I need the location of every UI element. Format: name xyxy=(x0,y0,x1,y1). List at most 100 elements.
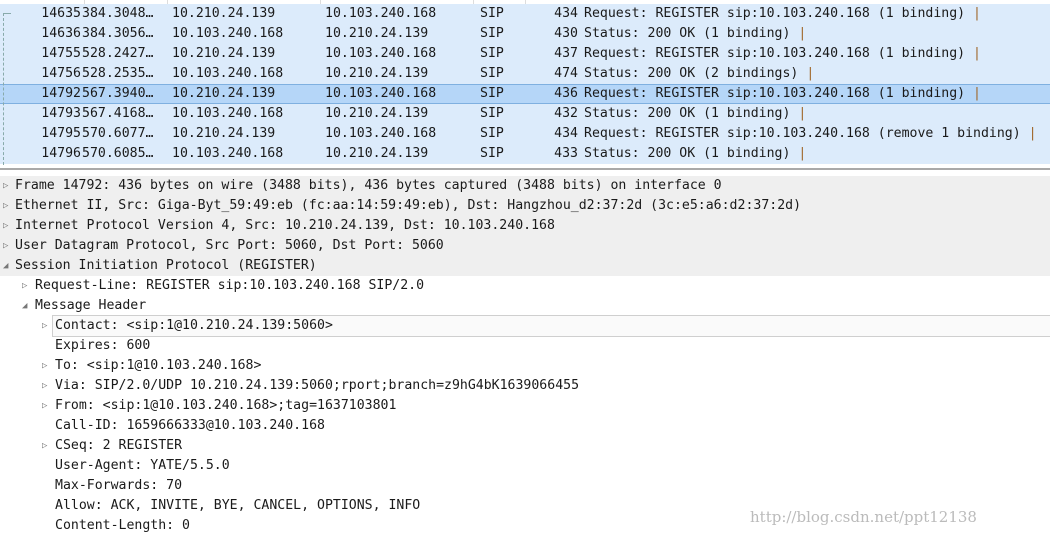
packet-time: 384.3056… xyxy=(82,26,154,41)
packet-len: 436 xyxy=(554,86,578,101)
packet-len: 430 xyxy=(554,26,578,41)
packet-src: 10.210.24.139 xyxy=(172,46,276,61)
tree-item-label: Session Initiation Protocol (REGISTER) xyxy=(15,258,317,273)
packet-row[interactable]: 14755 528.2427… 10.210.24.139 10.103.240.16… xyxy=(0,44,1050,64)
info-separator: | xyxy=(806,66,815,81)
packet-time: 570.6077… xyxy=(82,126,154,141)
packet-proto: SIP xyxy=(480,46,504,61)
packet-src: 10.103.240.168 xyxy=(172,26,284,41)
collapsed-arrow-icon[interactable]: ▷ xyxy=(22,276,27,296)
collapsed-arrow-icon[interactable]: ▷ xyxy=(42,356,47,376)
packet-info: Status: 200 OK (1 binding) | xyxy=(584,26,807,41)
packet-proto: SIP xyxy=(480,146,504,161)
packet-no: 14755 xyxy=(41,46,81,61)
tree-item[interactable]: ◢ Message Header xyxy=(0,296,1050,316)
tree-item[interactable]: ▷ Via: SIP/2.0/UDP 10.210.24.139:5060;rpo… xyxy=(0,376,1050,396)
collapsed-arrow-icon[interactable]: ▷ xyxy=(3,196,8,216)
packet-time: 528.2535… xyxy=(82,66,154,81)
packet-dst: 10.210.24.139 xyxy=(325,26,429,41)
tree-item-label: User Datagram Protocol, Src Port: 5060, … xyxy=(15,238,444,253)
info-separator: | xyxy=(798,106,807,121)
info-separator: | xyxy=(798,146,807,161)
packet-src: 10.103.240.168 xyxy=(172,106,284,121)
collapsed-arrow-icon[interactable]: ▷ xyxy=(42,316,47,336)
packet-no: 14795 xyxy=(41,126,81,141)
packet-len: 434 xyxy=(554,126,578,141)
tree-item-label: To: <sip:1@10.103.240.168> xyxy=(55,358,262,373)
packet-time: 384.3048… xyxy=(82,6,154,21)
tree-item[interactable]: Call-ID: 1659666333@10.103.240.168 xyxy=(0,416,1050,436)
packet-time: 567.3940… xyxy=(82,86,154,101)
packet-info: Request: REGISTER sip:10.103.240.168 (1 … xyxy=(584,46,981,61)
packet-no: 14796 xyxy=(41,146,81,161)
packet-src: 10.210.24.139 xyxy=(172,126,276,141)
tree-item-label: Frame 14792: 436 bytes on wire (3488 bit… xyxy=(15,178,722,193)
tree-item-label: Message Header xyxy=(35,298,147,313)
tree-item[interactable]: ▷ Frame 14792: 436 bytes on wire (3488 bi… xyxy=(0,176,1050,196)
packet-dst: 10.103.240.168 xyxy=(325,86,437,101)
packet-no: 14756 xyxy=(41,66,81,81)
collapsed-arrow-icon[interactable]: ▷ xyxy=(3,236,8,256)
tree-item[interactable]: ◢ Session Initiation Protocol (REGISTER) xyxy=(0,256,1050,276)
collapsed-arrow-icon[interactable]: ▷ xyxy=(3,216,8,236)
packet-dst: 10.210.24.139 xyxy=(325,146,429,161)
packet-src: 10.103.240.168 xyxy=(172,66,284,81)
packet-info: Status: 200 OK (1 binding) | xyxy=(584,146,807,161)
tree-item[interactable]: ▷ CSeq: 2 REGISTER xyxy=(0,436,1050,456)
info-separator: | xyxy=(973,46,981,61)
packet-row[interactable]: 14795 570.6077… 10.210.24.139 10.103.240.16… xyxy=(0,124,1050,144)
packet-info: Request: REGISTER sip:10.103.240.168 (1 … xyxy=(584,6,981,21)
collapsed-arrow-icon[interactable]: ▷ xyxy=(42,376,47,396)
packet-time: 570.6085… xyxy=(82,146,154,161)
tree-item[interactable]: ▷ Request-Line: REGISTER sip:10.103.240.1… xyxy=(0,276,1050,296)
expanded-arrow-icon[interactable]: ◢ xyxy=(3,256,8,276)
collapsed-arrow-icon[interactable]: ▷ xyxy=(42,396,47,416)
packet-src: 10.210.24.139 xyxy=(172,86,276,101)
tree-item[interactable]: ▷ Internet Protocol Version 4, Src: 10.21… xyxy=(0,216,1050,236)
watermark: http://blog.csdn.net/ppt12138 xyxy=(750,508,977,526)
tree-item[interactable]: Expires: 600 xyxy=(0,336,1050,356)
packet-row[interactable]: 14635 384.3048… 10.210.24.139 10.103.240.16… xyxy=(0,4,1050,24)
tree-item-label: From: <sip:1@10.103.240.168>;tag=1637103… xyxy=(55,398,397,413)
packet-list[interactable]: 14635 384.3048… 10.210.24.139 10.103.240.16… xyxy=(0,0,1050,170)
packet-proto: SIP xyxy=(480,26,504,41)
packet-src: 10.210.24.139 xyxy=(172,6,276,21)
packet-no: 14792 xyxy=(41,86,81,101)
packet-dst: 10.210.24.139 xyxy=(325,66,429,81)
info-separator: | xyxy=(973,6,981,21)
tree-item-label: Internet Protocol Version 4, Src: 10.210… xyxy=(15,218,555,233)
packet-row[interactable]: 14796 570.6085… 10.103.240.168 10.210.24.13… xyxy=(0,144,1050,164)
packet-dst: 10.210.24.139 xyxy=(325,106,429,121)
tree-item-label: Content-Length: 0 xyxy=(55,518,190,533)
packet-proto: SIP xyxy=(480,86,504,101)
packet-row[interactable]: 14756 528.2535… 10.103.240.168 10.210.24.13… xyxy=(0,64,1050,84)
tree-item[interactable]: ▷ User Datagram Protocol, Src Port: 5060,… xyxy=(0,236,1050,256)
tree-item[interactable]: User-Agent: YATE/5.5.0 xyxy=(0,456,1050,476)
packet-proto: SIP xyxy=(480,126,504,141)
packet-details-tree[interactable]: ▷ Frame 14792: 436 bytes on wire (3488 bi… xyxy=(0,176,1050,536)
packet-time: 528.2427… xyxy=(82,46,154,61)
packet-row[interactable]: 14793 567.4168… 10.103.240.168 10.210.24.13… xyxy=(0,104,1050,124)
packet-row[interactable]: 14792 567.3940… 10.210.24.139 10.103.240.16… xyxy=(0,84,1050,104)
tree-item-label: Max-Forwards: 70 xyxy=(55,478,183,493)
collapsed-arrow-icon[interactable]: ▷ xyxy=(42,436,47,456)
tree-item-label: Request-Line: REGISTER sip:10.103.240.16… xyxy=(35,278,425,293)
packet-dst: 10.103.240.168 xyxy=(325,46,437,61)
collapsed-arrow-icon[interactable]: ▷ xyxy=(3,176,8,196)
tree-item[interactable]: ▷ Ethernet II, Src: Giga-Byt_59:49:eb (fc… xyxy=(0,196,1050,216)
tree-item[interactable]: ▷ From: <sip:1@10.103.240.168>;tag=163710… xyxy=(0,396,1050,416)
packet-info: Status: 200 OK (2 bindings) | xyxy=(584,66,815,81)
packet-proto: SIP xyxy=(480,6,504,21)
packet-info: Status: 200 OK (1 binding) | xyxy=(584,106,807,121)
packet-src: 10.103.240.168 xyxy=(172,146,284,161)
packet-len: 474 xyxy=(554,66,578,81)
tree-item[interactable]: ▷ Contact: <sip:1@10.210.24.139:5060> xyxy=(0,315,1050,337)
packet-info: Request: REGISTER sip:10.103.240.168 (1 … xyxy=(584,86,981,101)
tree-item[interactable]: Max-Forwards: 70 xyxy=(0,476,1050,496)
tree-item-label: User-Agent: YATE/5.5.0 xyxy=(55,458,230,473)
tree-item[interactable]: ▷ To: <sip:1@10.103.240.168> xyxy=(0,356,1050,376)
packet-row[interactable]: 14636 384.3056… 10.103.240.168 10.210.24.13… xyxy=(0,24,1050,44)
packet-len: 434 xyxy=(554,6,578,21)
expanded-arrow-icon[interactable]: ◢ xyxy=(22,296,27,316)
packet-dst: 10.103.240.168 xyxy=(325,126,437,141)
